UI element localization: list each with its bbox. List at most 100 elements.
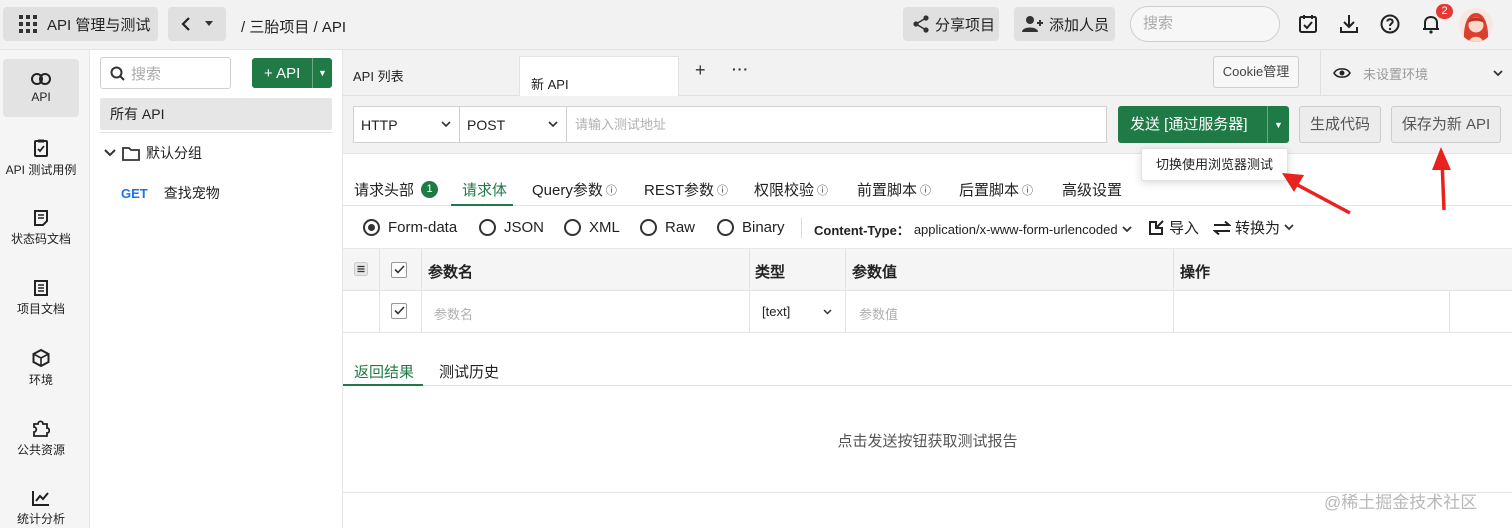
tree-group-default[interactable]: 默认分组: [104, 143, 202, 163]
send-mode-dropdown-option[interactable]: 切换使用浏览器测试: [1141, 148, 1288, 181]
response-empty-message: 点击发送按钮获取测试报告: [837, 433, 1018, 450]
more-tabs-button[interactable]: ···: [732, 61, 749, 77]
top-bar: API 管理与测试 / 三胎项目 / API 分享项目 添加人员 搜索 2: [0, 0, 1512, 50]
add-member-button[interactable]: 添加人员: [1014, 7, 1115, 41]
caret-down-icon[interactable]: ▼: [1267, 106, 1289, 143]
tab-post-script[interactable]: 后置脚本 ⓘ: [959, 179, 1033, 200]
tab-label: 前置脚本: [857, 182, 918, 199]
protocol-select[interactable]: HTTP: [354, 107, 460, 142]
radio-label: Form-data: [388, 219, 458, 236]
left-nav-rail: API API 测试用例 状态码文档 项目文档 环境 公共资源 统计分析: [0, 50, 90, 528]
all-api-item[interactable]: 所有 API: [100, 98, 332, 130]
eye-icon: [1333, 67, 1351, 79]
rail-item-statistics[interactable]: 统计分析: [3, 479, 79, 528]
caret-down-icon[interactable]: ▼: [312, 58, 332, 88]
import-button[interactable]: 导入: [1148, 217, 1199, 238]
rail-item-project-docs[interactable]: 项目文档: [3, 269, 79, 327]
tab-rest-params[interactable]: REST参数 ⓘ: [644, 179, 728, 200]
api-search-input[interactable]: 搜索: [100, 57, 231, 89]
api-name: 查找宠物: [163, 185, 220, 201]
column-menu-icon[interactable]: [354, 262, 368, 276]
global-search-input[interactable]: 搜索: [1130, 6, 1280, 42]
param-type-select[interactable]: [text]: [762, 304, 832, 319]
add-user-icon: [1022, 15, 1044, 33]
rail-item-shared-resources[interactable]: 公共资源: [3, 409, 79, 467]
tab-api-list[interactable]: API 列表: [353, 66, 404, 85]
column-header-name: 参数名: [428, 264, 474, 281]
app-menu-button[interactable]: API 管理与测试: [3, 7, 158, 41]
active-tab-underline: [343, 384, 423, 386]
rail-item-status-code-docs[interactable]: 状态码文档: [3, 199, 79, 257]
divider: [845, 249, 846, 291]
tab-response-result[interactable]: 返回结果: [354, 361, 414, 382]
chevron-down-icon[interactable]: [104, 149, 116, 157]
content-type-select[interactable]: Content-Type： application/x-www-form-url…: [814, 220, 1132, 239]
method-select[interactable]: POST: [460, 107, 567, 142]
tree-api-item[interactable]: GET 查找宠物: [121, 183, 220, 203]
request-bar: HTTP POST 请输入测试地址 发送 [通过服务器] ▼ 生成代码 保存为新…: [343, 96, 1512, 154]
send-label: 发送 [通过服务器]: [1130, 116, 1248, 133]
tab-query-params[interactable]: Query参数 ⓘ: [532, 179, 617, 200]
avatar[interactable]: [1459, 8, 1493, 42]
group-name: 默认分组: [146, 145, 202, 161]
calendar-check-icon[interactable]: [1298, 14, 1320, 36]
radio-raw[interactable]: Raw: [640, 219, 695, 236]
generate-code-button[interactable]: 生成代码: [1299, 106, 1381, 143]
param-value-input[interactable]: 参数值: [859, 304, 898, 323]
active-tab-underline: [451, 204, 513, 206]
tab-advanced-settings[interactable]: 高级设置: [1062, 179, 1122, 200]
folder-icon: [122, 146, 140, 161]
tab-new-api[interactable]: 新 API: [519, 56, 679, 97]
radio-label: JSON: [504, 219, 545, 236]
file-text-icon: [34, 209, 48, 226]
back-navigation-button[interactable]: [168, 7, 226, 41]
table-row: 参数名 [text] 参数值: [343, 291, 1512, 333]
cookie-manager-button[interactable]: Cookie管理: [1213, 56, 1299, 88]
download-icon[interactable]: [1339, 14, 1361, 36]
rail-item-environment[interactable]: 环境: [3, 339, 79, 397]
send-button[interactable]: 发送 [通过服务器] ▼: [1118, 106, 1289, 143]
radio-binary[interactable]: Binary: [717, 219, 785, 236]
add-tab-button[interactable]: +: [695, 60, 706, 81]
rail-item-api[interactable]: API: [3, 59, 79, 117]
share-label: 分享项目: [935, 16, 996, 34]
rail-label: 环境: [28, 372, 53, 387]
rail-label: 公共资源: [16, 442, 65, 457]
radio-json[interactable]: JSON: [479, 219, 544, 236]
select-all-checkbox[interactable]: [391, 262, 407, 278]
tab-request-body[interactable]: 请求体: [462, 179, 507, 200]
save-as-new-api-button[interactable]: 保存为新 API: [1391, 106, 1501, 143]
tab-test-history[interactable]: 测试历史: [439, 361, 499, 382]
divider: [1449, 291, 1450, 333]
rail-item-api-test-cases[interactable]: API 测试用例: [3, 129, 79, 187]
divider: [801, 218, 802, 238]
tab-request-headers[interactable]: 请求头部 1: [354, 179, 439, 200]
environment-select[interactable]: 未设置环境: [1320, 50, 1512, 96]
cube-icon: [32, 348, 50, 367]
row-checkbox[interactable]: [391, 303, 407, 319]
radio-form-data[interactable]: Form-data: [363, 219, 457, 236]
count-badge: 1: [421, 181, 439, 198]
divider: [1173, 291, 1174, 333]
caret-down-icon[interactable]: [205, 21, 213, 27]
help-icon[interactable]: [1380, 14, 1402, 36]
api-search-placeholder: 搜索: [131, 65, 162, 83]
radio-xml[interactable]: XML: [564, 219, 620, 236]
url-input[interactable]: 请输入测试地址: [567, 107, 666, 142]
divider: [1173, 249, 1174, 291]
info-icon: ⓘ: [1022, 184, 1034, 197]
tab-pre-script[interactable]: 前置脚本 ⓘ: [857, 179, 931, 200]
breadcrumb: / 三胎项目 / API: [241, 19, 347, 36]
chart-line-icon: [32, 490, 50, 506]
tab-auth[interactable]: 权限校验 ⓘ: [754, 179, 828, 200]
divider: [749, 249, 750, 291]
tab-label: 权限校验: [754, 182, 815, 199]
share-project-button[interactable]: 分享项目: [903, 7, 999, 41]
param-name-input[interactable]: 参数名: [434, 304, 473, 323]
share-icon: [912, 15, 930, 33]
import-label: 导入: [1169, 220, 1200, 237]
add-api-button[interactable]: + API ▼: [252, 58, 332, 88]
info-icon: ⓘ: [605, 184, 617, 197]
tab-label: 高级设置: [1062, 182, 1123, 199]
request-url-group: HTTP POST 请输入测试地址: [353, 106, 1107, 143]
